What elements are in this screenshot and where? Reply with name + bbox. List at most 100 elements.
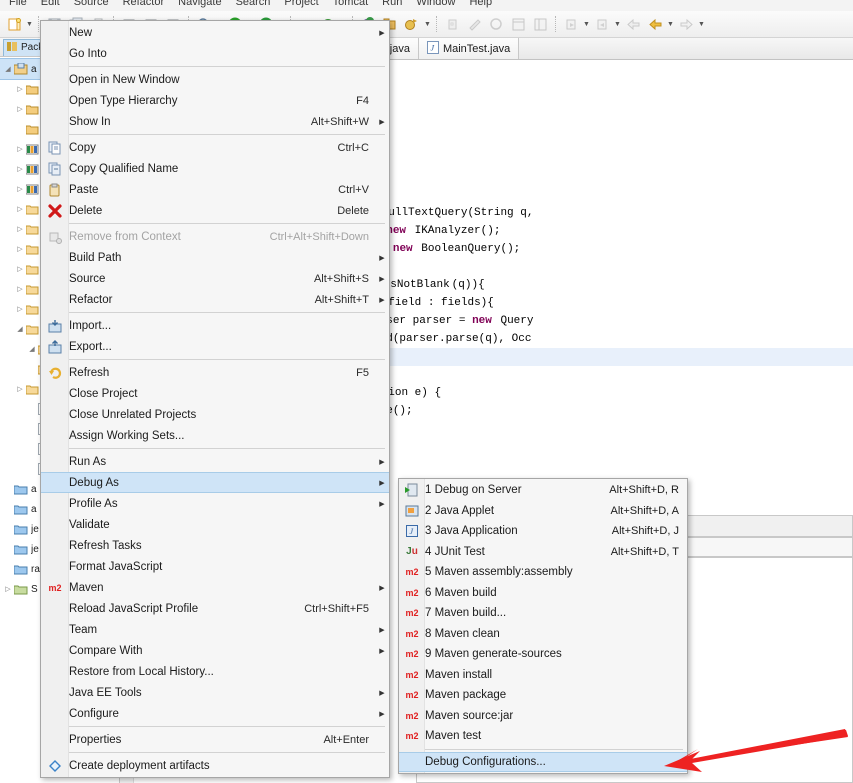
- submenu-item-maven-package[interactable]: m2 Maven package: [399, 685, 687, 706]
- menu-item-remove-from-context[interactable]: Remove from Context Ctrl+Alt+Shift+Down: [41, 226, 389, 247]
- tree-collapsed-icon[interactable]: ▷: [14, 85, 26, 93]
- menu-item-source[interactable]: Source Alt+Shift+S ▶: [41, 268, 389, 289]
- menu-tomcat[interactable]: Tomcat: [326, 0, 375, 8]
- menu-item-refactor[interactable]: Refactor Alt+Shift+T ▶: [41, 289, 389, 310]
- menu-item-compare-with[interactable]: Compare With ▶: [41, 640, 389, 661]
- back-history-icon[interactable]: [645, 14, 665, 34]
- tree-collapsed-icon[interactable]: ▷: [14, 165, 26, 173]
- menu-item-reload-javascript-profile[interactable]: Reload JavaScript Profile Ctrl+Shift+F5: [41, 598, 389, 619]
- menu-navigate[interactable]: Navigate: [171, 0, 228, 8]
- menu-file[interactable]: File: [2, 0, 34, 8]
- menu-item-refresh-tasks[interactable]: Refresh Tasks: [41, 535, 389, 556]
- new-class-dropdown-icon[interactable]: ▼: [423, 15, 432, 33]
- menu-item-validate[interactable]: Validate: [41, 514, 389, 535]
- tree-expanded-icon[interactable]: ◢: [14, 325, 26, 333]
- menu-edit[interactable]: Edit: [34, 0, 67, 8]
- debug-as-submenu[interactable]: 1 Debug on Server Alt+Shift+D, R 2 Java Ap…: [398, 478, 688, 774]
- menu-item-refresh[interactable]: Refresh F5: [41, 362, 389, 383]
- menu-item-debug-as[interactable]: Debug As ▶: [41, 472, 389, 493]
- menu-item-import[interactable]: Import...: [41, 315, 389, 336]
- open-perspective-icon[interactable]: [508, 14, 528, 34]
- submenu-item-1-debug-on-server[interactable]: 1 Debug on Server Alt+Shift+D, R: [399, 480, 687, 501]
- menu-item-maven[interactable]: m2 Maven ▶: [41, 577, 389, 598]
- menu-run[interactable]: Run: [375, 0, 409, 8]
- tomcat-stop-icon[interactable]: [464, 14, 484, 34]
- menu-item-open-in-new-window[interactable]: Open in New Window: [41, 69, 389, 90]
- menu-item-show-in[interactable]: Show In Alt+Shift+W ▶: [41, 111, 389, 132]
- menu-item-profile-as[interactable]: Profile As ▶: [41, 493, 389, 514]
- tree-collapsed-icon[interactable]: ▷: [14, 305, 26, 313]
- submenu-item-debug-configurations[interactable]: Debug Configurations...: [399, 751, 687, 772]
- back-dropdown-icon[interactable]: ▼: [666, 15, 675, 33]
- menu-item-new[interactable]: New ▶: [41, 22, 389, 43]
- tree-collapsed-icon[interactable]: ▷: [14, 265, 26, 273]
- menu-item-create-deployment-artifacts[interactable]: Create deployment artifacts: [41, 755, 389, 776]
- menu-item-properties[interactable]: Properties Alt+Enter: [41, 729, 389, 750]
- prev-annotation-icon[interactable]: [592, 14, 612, 34]
- menu-item-build-path[interactable]: Build Path ▶: [41, 247, 389, 268]
- project-context-menu[interactable]: New ▶ Go Into Open in New Window Open Type H…: [40, 20, 390, 778]
- menu-item-close-unrelated-projects[interactable]: Close Unrelated Projects: [41, 404, 389, 425]
- menu-item-copy[interactable]: Copy Ctrl+C: [41, 137, 389, 158]
- tree-collapsed-icon[interactable]: ▷: [14, 245, 26, 253]
- tree-collapsed-icon[interactable]: ▷: [2, 585, 14, 593]
- tree-collapsed-icon[interactable]: ▷: [14, 105, 26, 113]
- menu-item-copy-qualified-name[interactable]: Copy Qualified Name: [41, 158, 389, 179]
- menu-search[interactable]: Search: [229, 0, 278, 8]
- tree-collapsed-icon[interactable]: ▷: [14, 205, 26, 213]
- m2-icon: m2: [405, 649, 419, 660]
- submenu-item-maven-source-jar[interactable]: m2 Maven source:jar: [399, 706, 687, 727]
- blue-folder-icon: [14, 504, 28, 515]
- tomcat-restart-icon[interactable]: [486, 14, 506, 34]
- menu-item-label: Open in New Window: [69, 73, 180, 86]
- menu-item-configure[interactable]: Configure ▶: [41, 703, 389, 724]
- tree-collapsed-icon[interactable]: ▷: [14, 185, 26, 193]
- forward-dropdown-icon[interactable]: ▼: [697, 15, 706, 33]
- menu-help[interactable]: Help: [462, 0, 499, 8]
- menu-item-team[interactable]: Team ▶: [41, 619, 389, 640]
- submenu-item-8-maven-clean[interactable]: m2 8 Maven clean: [399, 624, 687, 645]
- menu-item-assign-working-sets[interactable]: Assign Working Sets...: [41, 425, 389, 446]
- tree-collapsed-icon[interactable]: ▷: [14, 145, 26, 153]
- new-wizard-icon[interactable]: [4, 14, 24, 34]
- show-view-icon[interactable]: [530, 14, 550, 34]
- menu-item-format-javascript[interactable]: Format JavaScript: [41, 556, 389, 577]
- submenu-item-5-maven-assembly-assembly[interactable]: m2 5 Maven assembly:assembly: [399, 562, 687, 583]
- menu-window[interactable]: Window: [409, 0, 462, 8]
- new-wizard-dropdown-icon[interactable]: ▼: [25, 15, 34, 33]
- menu-source[interactable]: Source: [67, 0, 116, 8]
- menu-item-run-as[interactable]: Run As ▶: [41, 451, 389, 472]
- next-annotation-dropdown-icon[interactable]: ▼: [582, 15, 591, 33]
- back-icon[interactable]: [623, 14, 643, 34]
- tree-collapsed-icon[interactable]: ▷: [14, 225, 26, 233]
- next-annotation-icon[interactable]: [561, 14, 581, 34]
- submenu-item-7-maven-build[interactable]: m2 7 Maven build...: [399, 603, 687, 624]
- menu-item-java-ee-tools[interactable]: Java EE Tools ▶: [41, 682, 389, 703]
- submenu-item-maven-install[interactable]: m2 Maven install: [399, 665, 687, 686]
- tree-collapsed-icon[interactable]: ▷: [14, 385, 26, 393]
- submenu-item-maven-test[interactable]: m2 Maven test: [399, 726, 687, 747]
- menu-item-close-project[interactable]: Close Project: [41, 383, 389, 404]
- tree-expanded-icon[interactable]: ◢: [26, 345, 38, 353]
- menu-item-go-into[interactable]: Go Into: [41, 43, 389, 64]
- prev-annotation-dropdown-icon[interactable]: ▼: [613, 15, 622, 33]
- submenu-item-6-maven-build[interactable]: m2 6 Maven build: [399, 583, 687, 604]
- tree-expanded-icon[interactable]: ◢: [2, 65, 14, 73]
- delete-icon: [41, 203, 69, 218]
- menu-refactor[interactable]: Refactor: [116, 0, 172, 8]
- forward-icon[interactable]: [676, 14, 696, 34]
- menu-item-restore-from-local-history[interactable]: Restore from Local History...: [41, 661, 389, 682]
- submenu-item-9-maven-generate-sources[interactable]: m2 9 Maven generate-sources: [399, 644, 687, 665]
- menu-item-open-type-hierarchy[interactable]: Open Type Hierarchy F4: [41, 90, 389, 111]
- menu-item-delete[interactable]: Delete Delete: [41, 200, 389, 221]
- tree-collapsed-icon[interactable]: ▷: [14, 285, 26, 293]
- menu-item-export[interactable]: Export...: [41, 336, 389, 357]
- new-class-icon[interactable]: [402, 14, 422, 34]
- submenu-item-4-junit-test[interactable]: Ju 4 JUnit Test Alt+Shift+D, T: [399, 542, 687, 563]
- submenu-item-3-java-application[interactable]: J 3 Java Application Alt+Shift+D, J: [399, 521, 687, 542]
- menu-project[interactable]: Project: [277, 0, 325, 8]
- submenu-item-2-java-applet[interactable]: 2 Java Applet Alt+Shift+D, A: [399, 501, 687, 522]
- tomcat-start-icon[interactable]: [442, 14, 462, 34]
- editor-tab-maintest-java[interactable]: J MainTest.java: [418, 38, 520, 59]
- menu-item-paste[interactable]: Paste Ctrl+V: [41, 179, 389, 200]
